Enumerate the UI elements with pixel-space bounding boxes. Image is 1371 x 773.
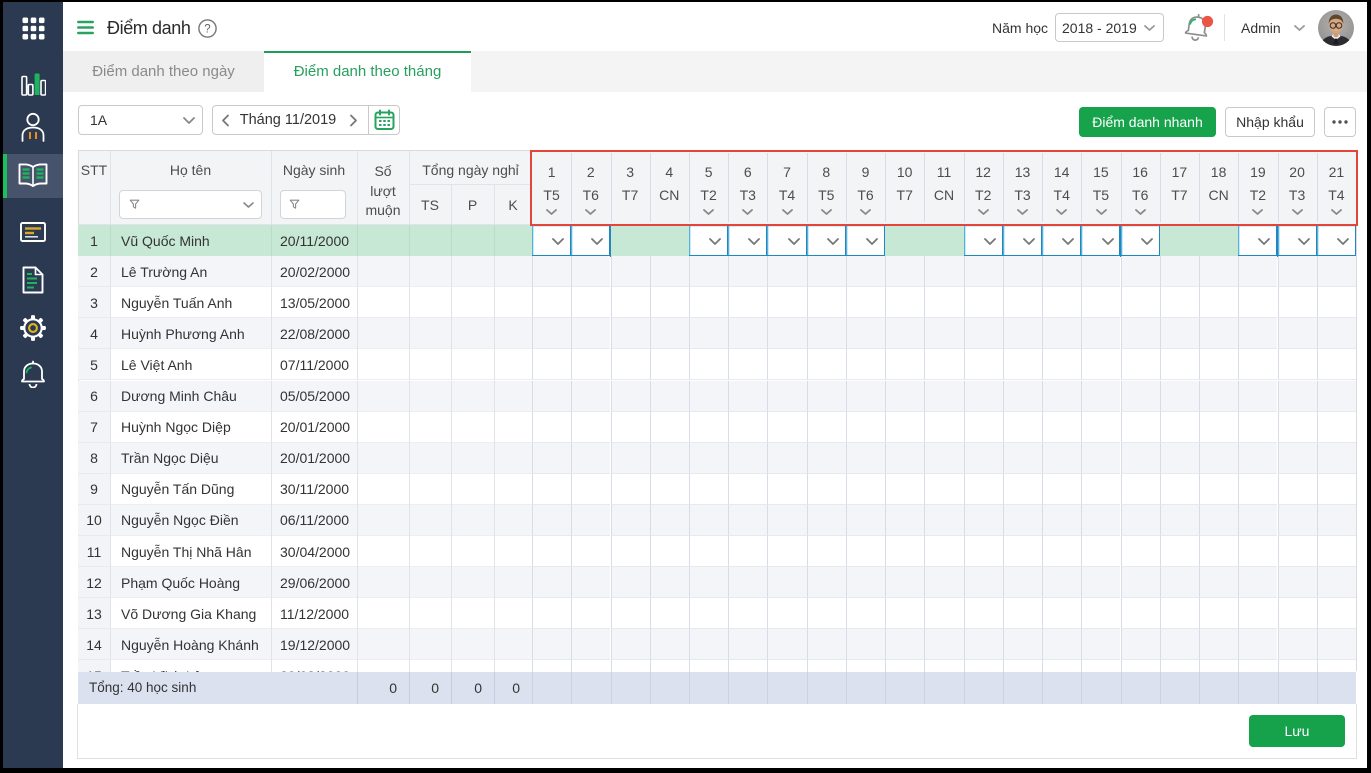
svg-text:?: ? [204, 24, 210, 36]
